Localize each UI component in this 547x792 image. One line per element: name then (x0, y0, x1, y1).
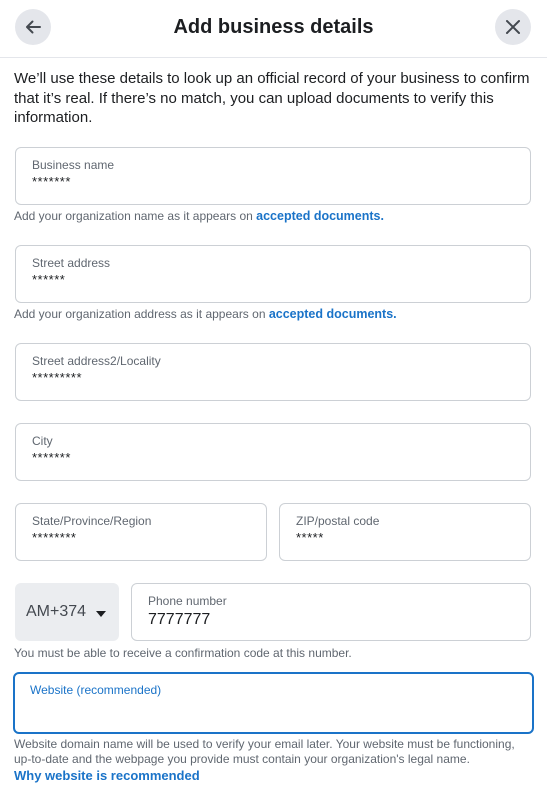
website-label: Website (recommended) (30, 683, 162, 697)
phone-number-field[interactable]: Phone number 7777777 (131, 583, 531, 641)
accepted-documents-link[interactable]: accepted documents. (256, 209, 384, 223)
street-address2-value: ********* (32, 370, 83, 385)
city-value: ******* (32, 450, 71, 465)
street-address-helper-text: Add your organization address as it appe… (14, 307, 269, 321)
zip-label: ZIP/postal code (296, 514, 380, 528)
zip-field[interactable]: ZIP/postal code ***** (279, 503, 531, 561)
country-code-value: AM+374 (26, 603, 87, 620)
phone-helper: You must be able to receive a confirmati… (14, 646, 352, 660)
caret-down-icon (96, 610, 107, 617)
website-helper: Website domain name will be used to veri… (14, 737, 515, 766)
business-name-helper: Add your organization name as it appears… (14, 209, 384, 223)
street-address-field[interactable]: Street address ****** (15, 245, 531, 303)
street-address-value: ****** (32, 272, 66, 287)
close-icon (506, 20, 520, 34)
accepted-documents-link[interactable]: accepted documents. (269, 307, 397, 321)
city-field[interactable]: City ******* (15, 423, 531, 481)
zip-value: ***** (296, 530, 324, 545)
street-address-label: Street address (32, 256, 111, 270)
city-label: City (32, 434, 53, 448)
state-label: State/Province/Region (32, 514, 152, 528)
street-address2-field[interactable]: Street address2/Locality ********* (15, 343, 531, 401)
close-button[interactable] (495, 9, 531, 45)
state-field[interactable]: State/Province/Region ******** (15, 503, 267, 561)
country-code-select[interactable]: AM+374 (15, 583, 119, 641)
why-website-link[interactable]: Why website is recommended (14, 768, 200, 783)
website-field[interactable]: Website (recommended) (13, 672, 534, 734)
business-name-field[interactable]: Business name ******* (15, 147, 531, 205)
business-name-value: ******* (32, 174, 71, 189)
dialog-header: Add business details (0, 0, 547, 58)
street-address2-label: Street address2/Locality (32, 354, 161, 368)
phone-number-value: 7777777 (148, 611, 211, 628)
business-name-label: Business name (32, 158, 115, 172)
street-address-helper: Add your organization address as it appe… (14, 307, 397, 321)
intro-text: We’ll use these details to look up an of… (14, 70, 530, 126)
dialog-title: Add business details (173, 16, 374, 38)
phone-number-label: Phone number (148, 594, 227, 608)
state-value: ******** (32, 530, 77, 545)
business-name-helper-text: Add your organization name as it appears… (14, 209, 257, 223)
